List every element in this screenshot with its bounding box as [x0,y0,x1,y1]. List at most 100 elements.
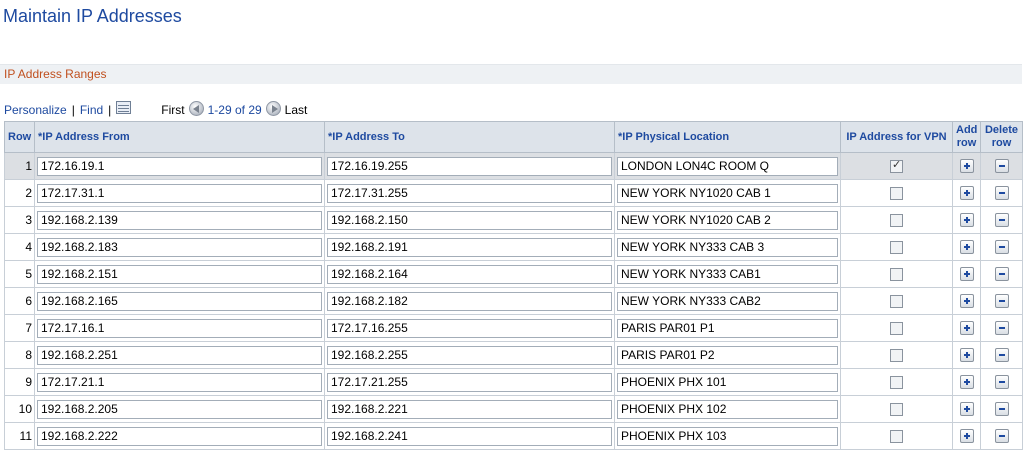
column-header-ip-to[interactable]: *IP Address To [324,121,615,153]
delete-row-cell [980,179,1023,207]
row-range-indicator: 1-29 of 29 [207,103,262,117]
column-header-ip-from[interactable]: *IP Address From [34,121,325,153]
ip-address-to-input[interactable] [327,318,612,338]
vpn-checkbox[interactable] [890,241,903,255]
add-row-cell [952,179,981,207]
ip-address-to-input[interactable] [327,291,612,311]
row-number: 11 [4,422,35,450]
add-row-icon[interactable] [959,348,974,363]
delete-row-icon[interactable] [994,402,1009,417]
vpn-checkbox[interactable] [890,349,903,363]
location-cell [614,368,841,396]
vpn-checkbox[interactable] [890,187,903,201]
ip-from-cell [34,287,325,315]
ip-address-to-input[interactable] [327,345,612,365]
ip-address-from-input[interactable] [37,399,322,419]
add-row-icon[interactable] [959,186,974,201]
ip-address-to-input[interactable] [327,183,612,203]
ip-address-to-input[interactable] [327,156,612,176]
ip-address-from-input[interactable] [37,345,322,365]
ip-address-to-input[interactable] [327,264,612,284]
vpn-checkbox[interactable] [890,214,903,228]
location-cell [614,206,841,234]
ip-address-from-input[interactable] [37,237,322,257]
column-header-vpn[interactable]: IP Address for VPN [840,121,953,153]
ip-physical-location-input[interactable] [617,183,838,203]
vpn-cell [840,287,953,315]
ip-physical-location-input[interactable] [617,345,838,365]
ip-physical-location-input[interactable] [617,291,838,311]
vpn-cell [840,233,953,261]
ip-physical-location-input[interactable] [617,318,838,338]
add-row-icon[interactable] [959,213,974,228]
ip-address-from-input[interactable] [37,318,322,338]
add-row-cell [952,233,981,261]
delete-row-icon[interactable] [994,294,1009,309]
ip-address-from-input[interactable] [37,264,322,284]
add-row-cell [952,395,981,423]
grid-header-row: Row *IP Address From *IP Address To *IP … [4,121,1023,153]
table-row: 5 [4,260,1023,288]
delete-row-icon[interactable] [994,348,1009,363]
delete-row-icon[interactable] [994,240,1009,255]
vpn-checkbox[interactable] [890,430,903,444]
add-row-icon[interactable] [959,429,974,444]
delete-row-cell [980,395,1023,423]
vpn-checkbox[interactable] [890,295,903,309]
vpn-checkbox[interactable] [890,158,903,174]
delete-row-icon[interactable] [994,321,1009,336]
delete-row-icon[interactable] [994,186,1009,201]
personalize-link[interactable]: Personalize [4,103,67,117]
previous-arrow-icon[interactable] [188,100,204,116]
add-row-icon[interactable] [959,321,974,336]
ip-physical-location-input[interactable] [617,210,838,230]
ip-from-cell [34,422,325,450]
find-link[interactable]: Find [80,103,103,117]
column-header-location[interactable]: *IP Physical Location [614,121,841,153]
ip-address-to-input[interactable] [327,210,612,230]
vpn-cell [840,341,953,369]
add-row-icon[interactable] [959,294,974,309]
ip-address-to-input[interactable] [327,399,612,419]
ip-physical-location-input[interactable] [617,399,838,419]
add-row-icon[interactable] [959,159,974,174]
add-row-icon[interactable] [959,402,974,417]
ip-address-to-input[interactable] [327,237,612,257]
delete-row-icon[interactable] [994,429,1009,444]
table-row: 3 [4,206,1023,234]
ip-address-from-input[interactable] [37,372,322,392]
table-row: 9 [4,368,1023,396]
ip-physical-location-input[interactable] [617,156,838,176]
location-cell [614,179,841,207]
view-all-grid-icon[interactable] [116,100,132,114]
ip-address-to-input[interactable] [327,372,612,392]
ip-physical-location-input[interactable] [617,372,838,392]
delete-row-icon[interactable] [994,213,1009,228]
add-row-cell [952,368,981,396]
ip-address-from-input[interactable] [37,156,322,176]
ip-address-to-input[interactable] [327,426,612,446]
vpn-checkbox[interactable] [890,322,903,336]
ip-physical-location-input[interactable] [617,264,838,284]
ip-to-cell [324,179,615,207]
vpn-checkbox[interactable] [890,403,903,417]
ip-physical-location-input[interactable] [617,237,838,257]
ip-address-from-input[interactable] [37,291,322,311]
ip-address-from-input[interactable] [37,183,322,203]
add-row-icon[interactable] [959,267,974,282]
delete-row-icon[interactable] [994,159,1009,174]
delete-row-icon[interactable] [994,267,1009,282]
add-row-icon[interactable] [959,240,974,255]
delete-row-cell [980,422,1023,450]
delete-row-icon[interactable] [994,375,1009,390]
ip-address-from-input[interactable] [37,210,322,230]
next-arrow-icon[interactable] [265,100,281,116]
vpn-checkbox[interactable] [890,268,903,282]
table-row: 7 [4,314,1023,342]
ip-address-from-input[interactable] [37,426,322,446]
add-row-cell [952,152,981,180]
ip-from-cell [34,233,325,261]
ip-physical-location-input[interactable] [617,426,838,446]
vpn-checkbox[interactable] [890,376,903,390]
add-row-icon[interactable] [959,375,974,390]
